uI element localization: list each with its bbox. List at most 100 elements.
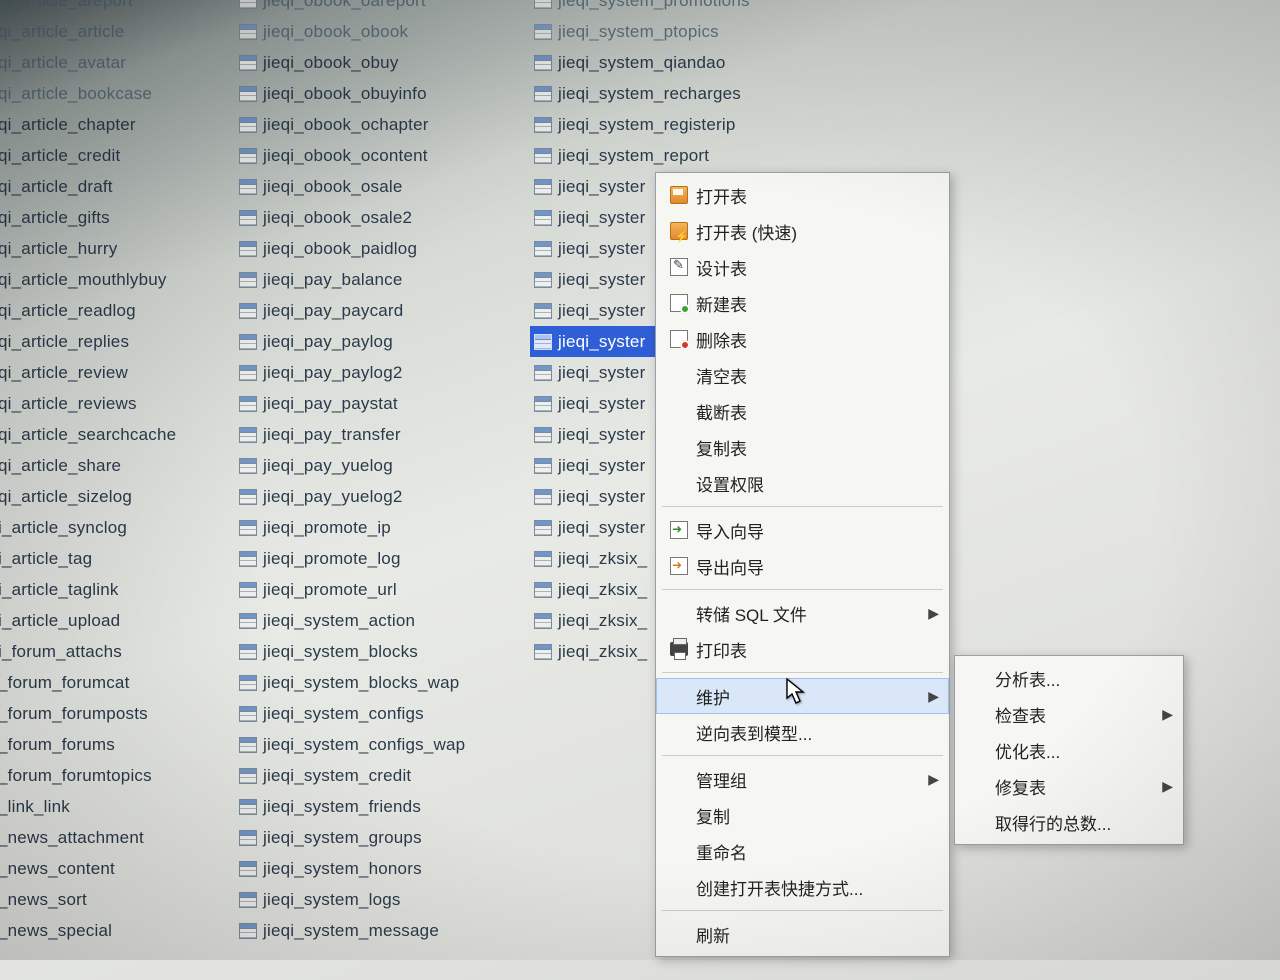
table-item[interactable]: jieqi_obook_osale2 xyxy=(235,202,530,233)
menu-item[interactable]: 打开表 (快速) xyxy=(656,213,949,249)
table-item[interactable]: jieqi_pay_paystat xyxy=(235,388,530,419)
table-item[interactable]: jieqi_system_report xyxy=(530,140,840,171)
table-item[interactable]: _forum_forumtopics xyxy=(0,760,235,791)
table-item[interactable]: qi_article_searchcache xyxy=(0,419,235,450)
table-item[interactable]: jieqi_pay_transfer xyxy=(235,419,530,450)
menu-item[interactable]: 删除表 xyxy=(656,321,949,357)
table-item[interactable]: jieqi_pay_yuelog xyxy=(235,450,530,481)
table-item[interactable]: jieqi_system_honors xyxy=(235,853,530,884)
menu-item[interactable]: 维护▶ xyxy=(656,678,949,714)
menu-item[interactable]: 刷新 xyxy=(656,916,949,952)
table-item[interactable]: jieqi_obook_oareport xyxy=(235,0,530,16)
menu-item[interactable]: 截断表 xyxy=(656,393,949,429)
table-item[interactable]: jieqi_system_configs_wap xyxy=(235,729,530,760)
menu-item[interactable]: 创建打开表快捷方式... xyxy=(656,869,949,905)
table-item[interactable]: jieqi_pay_paylog2 xyxy=(235,357,530,388)
menu-item[interactable]: 打开表 xyxy=(656,177,949,213)
table-item[interactable]: _forum_forumcat xyxy=(0,667,235,698)
table-item[interactable]: jieqi_obook_obook xyxy=(235,16,530,47)
table-item[interactable]: jieqi_system_message xyxy=(235,915,530,946)
table-item[interactable]: jieqi_obook_paidlog xyxy=(235,233,530,264)
table-item[interactable]: i_article_tag xyxy=(0,543,235,574)
table-item[interactable]: qi_article_areport xyxy=(0,0,235,16)
table-item[interactable]: jieqi_obook_ocontent xyxy=(235,140,530,171)
table-item[interactable]: jieqi_system_promotions xyxy=(530,0,840,16)
menu-item[interactable]: 打印表 xyxy=(656,631,949,667)
table-item[interactable]: jieqi_system_blocks_wap xyxy=(235,667,530,698)
table-item[interactable]: _forum_forumposts xyxy=(0,698,235,729)
menu-item[interactable]: 复制 xyxy=(656,797,949,833)
menu-item[interactable]: 复制表 xyxy=(656,429,949,465)
menu-item[interactable]: 管理组▶ xyxy=(656,761,949,797)
table-item[interactable]: jieqi_obook_osale xyxy=(235,171,530,202)
table-item[interactable]: jieqi_system_blocks xyxy=(235,636,530,667)
table-item[interactable]: qi_article_readlog xyxy=(0,295,235,326)
table-item[interactable]: jieqi_system_friends xyxy=(235,791,530,822)
table-item[interactable]: jieqi_system_recharges xyxy=(530,78,840,109)
table-item[interactable]: qi_article_avatar xyxy=(0,47,235,78)
table-item[interactable]: qi_article_review xyxy=(0,357,235,388)
table-item[interactable]: jieqi_system_groups xyxy=(235,822,530,853)
table-item[interactable]: jieqi_promote_log xyxy=(235,543,530,574)
menu-item[interactable]: 新建表 xyxy=(656,285,949,321)
table-item-label: jieqi_syster xyxy=(558,456,645,476)
table-item[interactable]: qi_article_reviews xyxy=(0,388,235,419)
menu-item[interactable]: 转储 SQL 文件▶ xyxy=(656,595,949,631)
menu-item[interactable]: 设置权限 xyxy=(656,465,949,501)
menu-item[interactable]: 导出向导 xyxy=(656,548,949,584)
table-item[interactable]: qi_article_bookcase xyxy=(0,78,235,109)
table-item[interactable]: qi_article_share xyxy=(0,450,235,481)
table-item[interactable]: qi_article_mouthlybuy xyxy=(0,264,235,295)
table-item[interactable]: qi_article_replies xyxy=(0,326,235,357)
table-item[interactable]: qi_article_article xyxy=(0,16,235,47)
table-item-label: jieqi_pay_paystat xyxy=(263,394,398,414)
table-item-label: qi_article_chapter xyxy=(0,115,136,135)
menu-item-label: 管理组 xyxy=(696,767,922,792)
table-item[interactable]: i_article_synclog xyxy=(0,512,235,543)
menu-item[interactable]: 逆向表到模型... xyxy=(656,714,949,750)
menu-item[interactable]: 优化表... xyxy=(955,732,1183,768)
table-item[interactable]: qi_article_sizelog xyxy=(0,481,235,512)
menu-item[interactable]: 设计表 xyxy=(656,249,949,285)
table-item[interactable]: jieqi_obook_obuyinfo xyxy=(235,78,530,109)
table-item[interactable]: jieqi_system_logs xyxy=(235,884,530,915)
table-item[interactable]: _news_sort xyxy=(0,884,235,915)
table-item[interactable]: jieqi_pay_paycard xyxy=(235,295,530,326)
table-item[interactable]: _forum_forums xyxy=(0,729,235,760)
table-item[interactable]: _news_attachment xyxy=(0,822,235,853)
table-item[interactable]: jieqi_system_configs xyxy=(235,698,530,729)
menu-item[interactable]: 检查表▶ xyxy=(955,696,1183,732)
table-item[interactable]: i_forum_attachs xyxy=(0,636,235,667)
table-item-label: jieqi_syster xyxy=(558,518,645,538)
submenu-maintain[interactable]: 分析表...检查表▶优化表...修复表▶取得行的总数... xyxy=(954,655,1184,845)
table-item[interactable]: i_article_upload xyxy=(0,605,235,636)
table-item[interactable]: qi_article_gifts xyxy=(0,202,235,233)
table-item[interactable]: jieqi_obook_ochapter xyxy=(235,109,530,140)
table-item[interactable]: jieqi_promote_url xyxy=(235,574,530,605)
table-item[interactable]: jieqi_system_credit xyxy=(235,760,530,791)
table-item[interactable]: i_article_taglink xyxy=(0,574,235,605)
menu-item[interactable]: 修复表▶ xyxy=(955,768,1183,804)
table-item[interactable]: qi_article_chapter xyxy=(0,109,235,140)
menu-item[interactable]: 清空表 xyxy=(656,357,949,393)
table-item[interactable]: _link_link xyxy=(0,791,235,822)
table-item[interactable]: jieqi_system_ptopics xyxy=(530,16,840,47)
table-item[interactable]: qi_article_draft xyxy=(0,171,235,202)
table-item[interactable]: qi_article_hurry xyxy=(0,233,235,264)
context-menu[interactable]: 打开表打开表 (快速)设计表新建表删除表清空表截断表复制表设置权限导入向导导出向… xyxy=(655,172,950,957)
table-item[interactable]: jieqi_obook_obuy xyxy=(235,47,530,78)
menu-item[interactable]: 导入向导 xyxy=(656,512,949,548)
table-item[interactable]: jieqi_system_qiandao xyxy=(530,47,840,78)
table-item[interactable]: jieqi_pay_balance xyxy=(235,264,530,295)
table-item[interactable]: jieqi_system_registerip xyxy=(530,109,840,140)
table-item[interactable]: jieqi_system_action xyxy=(235,605,530,636)
menu-item[interactable]: 重命名 xyxy=(656,833,949,869)
table-item[interactable]: jieqi_pay_paylog xyxy=(235,326,530,357)
table-item[interactable]: qi_article_credit xyxy=(0,140,235,171)
menu-item[interactable]: 取得行的总数... xyxy=(955,804,1183,840)
menu-item[interactable]: 分析表... xyxy=(955,660,1183,696)
table-item[interactable]: jieqi_pay_yuelog2 xyxy=(235,481,530,512)
table-item[interactable]: _news_special xyxy=(0,915,235,946)
table-item[interactable]: jieqi_promote_ip xyxy=(235,512,530,543)
table-item[interactable]: _news_content xyxy=(0,853,235,884)
